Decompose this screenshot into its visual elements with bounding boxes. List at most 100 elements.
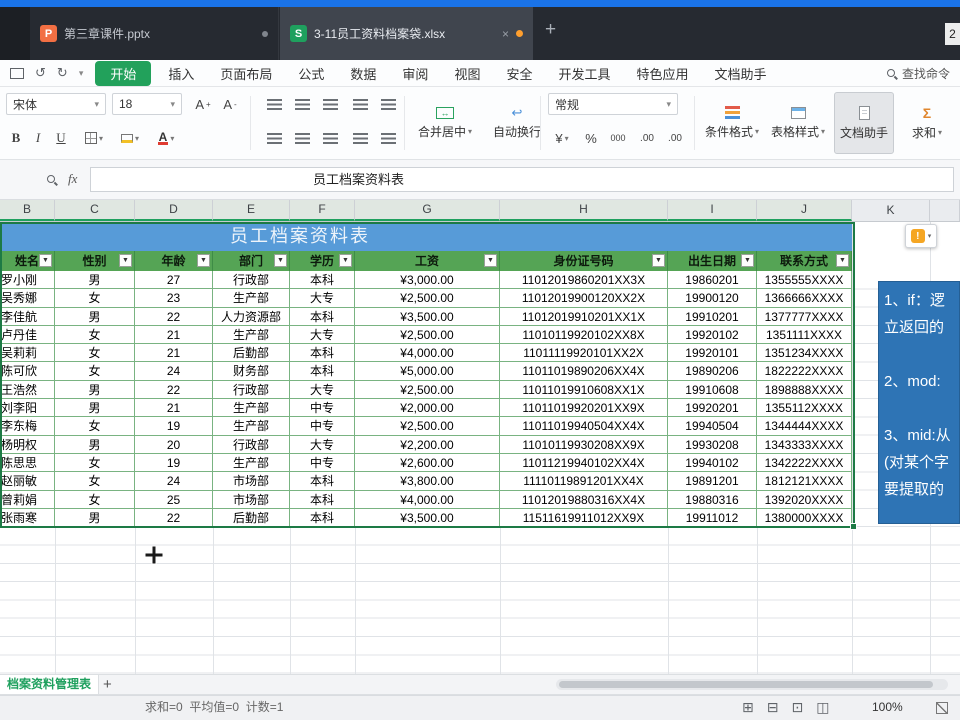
normal-view-icon[interactable]: ⊞ [742,696,754,719]
table-cell[interactable]: 生产部 [213,453,290,473]
percent-button[interactable]: % [580,126,602,150]
table-cell[interactable]: 大专 [290,380,355,400]
redo-icon[interactable]: ↻ [57,65,68,81]
borders-button[interactable]: ▾ [78,126,110,150]
menu-tab-0[interactable]: 插入 [155,64,207,83]
table-cell[interactable]: 11011019920201XX9X [500,399,668,418]
table-header-2[interactable]: 年龄 ▼ [135,251,213,271]
formula-input[interactable]: 员工档案资料表 [90,167,954,192]
table-cell[interactable]: 中专 [290,453,355,473]
table-cell[interactable]: ¥2,200.00 [355,435,500,454]
menu-tab-9[interactable]: 文档助手 [702,64,780,83]
decrease-indent-button[interactable] [348,92,372,116]
font-size-select[interactable]: 18 ▾ [112,93,182,115]
table-cell[interactable]: 本科 [290,362,355,381]
table-cell[interactable]: 赵丽敏 [0,472,55,491]
menu-tab-3[interactable]: 数据 [337,64,389,83]
table-cell[interactable]: 22 [135,307,213,326]
table-cell[interactable]: 1898888XXXX [757,380,852,400]
column-header-K[interactable]: K [852,200,930,221]
table-cell[interactable]: ¥2,500.00 [355,289,500,308]
table-cell[interactable]: 男 [55,380,135,400]
table-cell[interactable]: 生产部 [213,399,290,418]
table-cell[interactable]: 行政部 [213,380,290,400]
table-header-6[interactable]: 身份证号码 ▼ [500,251,668,271]
decrease-font-button[interactable]: A- [218,92,242,116]
table-cell[interactable]: 本科 [290,307,355,326]
table-cell[interactable]: 25 [135,490,213,509]
table-cell[interactable]: 19930208 [668,435,757,454]
page-break-icon[interactable]: ⊡ [791,696,803,719]
menu-tab-8[interactable]: 特色应用 [623,64,701,83]
table-cell[interactable]: 男 [55,399,135,418]
table-cell[interactable]: ¥3,800.00 [355,472,500,491]
menu-tab-5[interactable]: 视图 [441,64,493,83]
tab-close-dot[interactable] [262,30,268,37]
increase-indent-button[interactable] [376,92,400,116]
table-cell[interactable]: 生产部 [213,417,290,436]
align-bottom-button[interactable] [318,92,342,116]
table-cell[interactable]: 19880316 [668,490,757,509]
thousand-separator-button[interactable]: 000 [604,126,632,150]
table-cell[interactable]: ¥3,000.00 [355,271,500,290]
zoom-formula-icon[interactable] [46,174,58,186]
table-cell[interactable]: 本科 [290,472,355,491]
table-cell[interactable]: 21 [135,399,213,418]
table-cell[interactable]: 19900120 [668,289,757,308]
table-cell[interactable]: 11511619911012XX9X [500,508,668,528]
table-cell[interactable]: 李佳航 [0,307,55,326]
find-command[interactable]: 查找命令 [886,60,960,87]
document-tab-pptx[interactable]: P 第三章课件.pptx [30,7,279,60]
table-cell[interactable]: 王浩然 [0,380,55,400]
font-color-button[interactable]: A ▾ [150,126,182,150]
table-cell[interactable]: 后勤部 [213,508,290,528]
underline-button[interactable]: U [50,126,72,150]
menu-tab-7[interactable]: 开发工具 [545,64,623,83]
table-cell[interactable]: 女 [55,325,135,345]
column-header-F[interactable]: F [290,200,355,221]
table-cell[interactable]: 1812121XXXX [757,472,852,491]
table-cell[interactable]: 1822222XXXX [757,362,852,381]
table-cell[interactable]: 19911012 [668,508,757,528]
fill-handle[interactable] [850,523,857,530]
table-cell[interactable]: ¥2,000.00 [355,399,500,418]
table-cell[interactable]: 24 [135,472,213,491]
table-cell[interactable]: 11010119920102XX8X [500,325,668,345]
menu-tab-1[interactable]: 页面布局 [207,64,285,83]
fullscreen-icon[interactable] [936,702,948,714]
column-header-D[interactable]: D [135,200,213,221]
table-cell[interactable]: 女 [55,344,135,363]
table-cell[interactable]: 11011019910608XX1X [500,380,668,400]
eye-protection-icon[interactable]: ◫ [816,696,829,719]
notes-textbox[interactable]: 1、if：逻 立返回的 2、mod: 3、mid:从 (对某个字 要提取的 [878,281,960,524]
table-cell[interactable]: 23 [135,289,213,308]
table-cell[interactable]: 罗小刚 [0,271,55,290]
column-header-C[interactable]: C [55,200,135,221]
table-cell[interactable]: 中专 [290,399,355,418]
table-cell[interactable]: 女 [55,289,135,308]
table-cell[interactable]: 本科 [290,508,355,528]
new-tab-button[interactable]: + [545,19,556,41]
table-cell[interactable]: 男 [55,307,135,326]
table-title-row[interactable]: 员工档案资料表 [0,222,852,251]
filter-dropdown-icon[interactable]: ▼ [652,254,665,267]
align-left-button[interactable] [262,126,286,150]
fx-icon[interactable]: fx [68,171,77,187]
table-header-3[interactable]: 部门 ▼ [213,251,290,271]
align-top-button[interactable] [262,92,286,116]
table-cell[interactable]: 女 [55,453,135,473]
home-button[interactable] [0,7,30,60]
table-cell[interactable]: 1380000XXXX [757,508,852,528]
doc-helper-button[interactable]: 文档助手 [834,92,894,154]
orientation-button[interactable] [376,126,400,150]
table-cell[interactable]: 19920201 [668,399,757,418]
table-cell[interactable]: 市场部 [213,490,290,509]
wrap-text-button[interactable]: ↩ 自动换行 [486,92,548,154]
sum-button[interactable]: Σ 求和 ▾ [898,92,956,154]
page-layout-icon[interactable]: ⊟ [767,696,779,719]
table-cell[interactable]: 市场部 [213,472,290,491]
table-cell[interactable]: 19 [135,453,213,473]
table-cell[interactable]: 22 [135,380,213,400]
table-cell[interactable]: ¥3,500.00 [355,307,500,326]
table-cell[interactable]: 大专 [290,435,355,454]
